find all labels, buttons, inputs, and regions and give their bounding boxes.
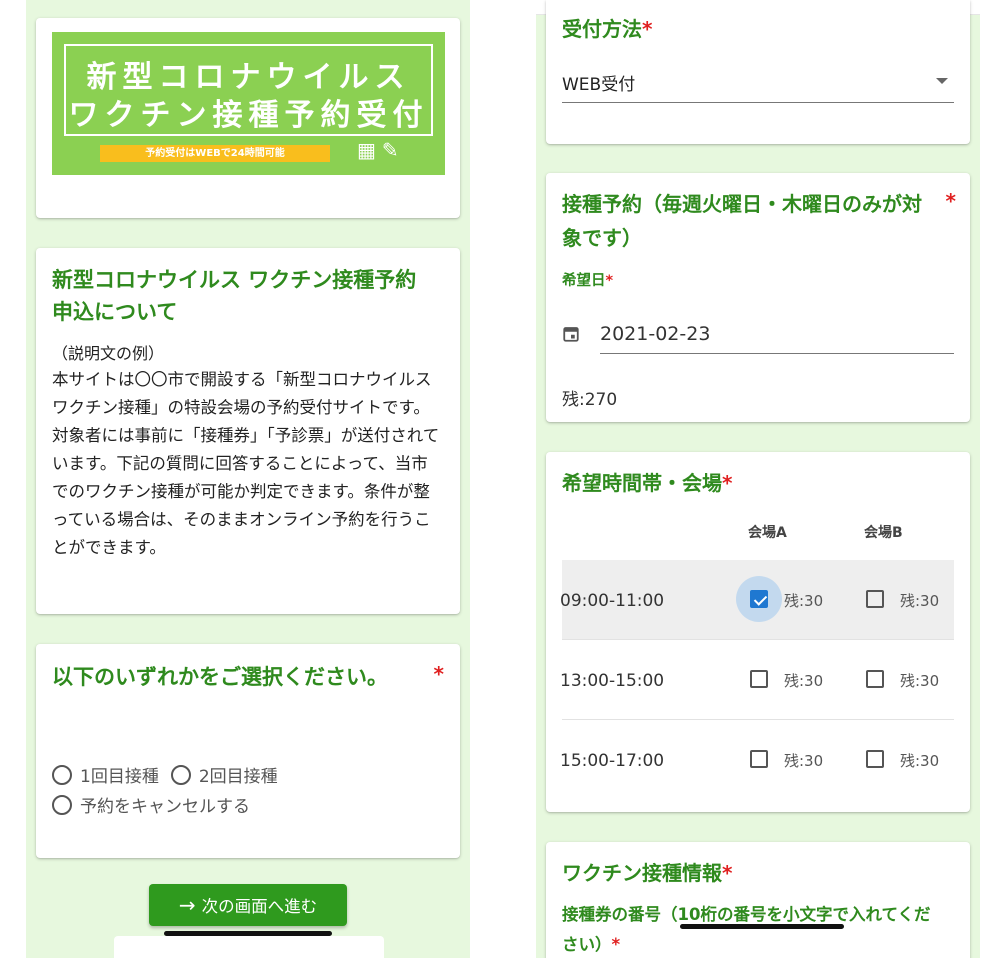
radio-label: 1回目接種 [80,767,159,787]
slot-remaining-b: 残:30 [900,752,940,770]
banner-frame: 新型コロナウイルス ワクチン接種予約受付 [64,44,433,136]
info-subtitle: （説明文の例） [52,344,165,363]
next-button[interactable]: → 次の画面へ進む [149,884,347,926]
slot-time: 13:00-15:00 [560,671,665,691]
info-title: 新型コロナウイルス ワクチン接種予約申込について [52,268,417,324]
slot-remaining-b: 残:30 [900,672,940,690]
timeslot-title-text: 希望時間帯・会場 [562,471,722,495]
date-remaining: 残:270 [562,390,618,410]
reservation-title: 接種予約（毎週火曜日・木曜日のみが対象です） [562,192,922,250]
question-card: 以下のいずれかをご選択ください。 * 1回目接種 2回目接種 予約をキャンセルす… [36,644,460,858]
venue-b-header: 会場B [864,525,903,541]
calendar-icon[interactable] [562,325,580,343]
required-mark: * [642,17,653,41]
vaccine-info-card: ワクチン接種情報* 接種券の番号（10桁の番号を小文字で入れてください）* [546,842,970,958]
slot-time: 15:00-17:00 [560,751,665,771]
required-mark: * [433,662,444,686]
required-mark: * [611,935,621,954]
slot-remaining-a: 残:30 [784,752,824,770]
reception-select[interactable]: WEB受付 [562,70,635,95]
date-label-text: 希望日 [562,273,606,289]
timeslot-title: 希望時間帯・会場* [562,466,732,500]
reception-title: 受付方法* [562,12,652,46]
venue-a-header: 会場A [748,525,787,541]
banner-card: 新型コロナウイルス ワクチン接種予約受付 予約受付はWEBで24時間可能 ▦✎ [36,18,460,218]
required-mark: * [722,471,733,495]
radio-first-dose[interactable]: 1回目接種 [52,762,159,787]
radio-circle-icon[interactable] [170,764,191,785]
select-underline [562,102,954,103]
reception-card: 受付方法* WEB受付 [546,0,970,144]
radio-circle-icon[interactable] [52,764,72,785]
arrow-right-icon: → [178,893,196,917]
date-label: 希望日* [562,269,613,290]
slot-remaining-b: 残:30 [900,592,940,610]
info-body: 本サイトは〇〇市で開設する「新型コロナウイルスワクチン接種」の特設会場の予約受付… [52,370,440,557]
slot-time: 09:00-11:00 [560,591,665,611]
timeslot-card: 希望時間帯・会場* 会場A 会場B 09:00-11:00 残:30 残:30 … [546,452,970,812]
slot-remaining-a: 残:30 [784,672,824,690]
syringe-icon: ✎ [381,138,405,162]
radio-row-2: 予約をキャンセルする [52,792,262,817]
required-mark: * [605,273,614,289]
radio-second-dose[interactable]: 2回目接種 [170,762,278,787]
timeslot-row: 13:00-15:00 残:30 残:30 [560,640,954,720]
vaccine-info-title: ワクチン接種情報* [562,856,732,890]
next-card-peek [114,936,384,958]
radio-label: 2回目接種 [198,767,278,787]
banner-line2: ワクチン接種予約受付 [68,98,429,133]
checkbox-venue-b[interactable] [866,590,884,608]
ticket-number-label: 接種券の番号（10桁の番号を小文字で入れてください）* [562,900,946,958]
date-underline [600,353,954,354]
home-indicator [680,924,844,929]
timeslot-row: 09:00-11:00 残:30 残:30 [560,560,954,640]
checkbox-venue-b[interactable] [866,750,884,768]
info-card: 新型コロナウイルス ワクチン接種予約申込について （説明文の例） 本サイトは〇〇… [36,248,460,614]
date-input[interactable]: 2021-02-23 [600,323,710,345]
home-indicator [164,931,332,936]
radio-label: 予約をキャンセルする [80,797,250,817]
vaccine-info-title-text: ワクチン接種情報 [562,861,722,885]
next-button-label: 次の画面へ進む [201,897,318,916]
calendar-grid-icon: ▦ [357,138,382,162]
slot-remaining-a: 残:30 [784,592,824,610]
banner-strip: 予約受付はWEBで24時間可能 [100,145,330,162]
timeslot-row: 15:00-17:00 残:30 残:30 [560,720,954,799]
checkbox-venue-a[interactable] [750,750,768,768]
vaccine-banner: 新型コロナウイルス ワクチン接種予約受付 予約受付はWEBで24時間可能 ▦✎ [52,32,445,175]
radio-circle-icon[interactable] [52,794,72,815]
required-mark: * [722,861,733,885]
checkbox-venue-a[interactable] [750,590,768,608]
reservation-card: 接種予約（毎週火曜日・木曜日のみが対象です） * 希望日* 2021-02-23… [546,173,970,422]
caret-down-icon[interactable] [936,78,948,84]
checkbox-venue-b[interactable] [866,670,884,688]
left-screen: 新型コロナウイルス ワクチン接種予約受付 予約受付はWEBで24時間可能 ▦✎ … [26,0,470,958]
banner-icons: ▦✎ [357,138,405,162]
required-mark: * [945,189,956,213]
reception-title-text: 受付方法 [562,17,642,41]
radio-row-1: 1回目接種 2回目接種 [52,762,290,787]
question-title: 以下のいずれかをご選択ください。 [52,665,388,689]
checkbox-venue-a[interactable] [750,670,768,688]
right-screen: 受付方法* WEB受付 接種予約（毎週火曜日・木曜日のみが対象です） * 希望日… [536,0,980,958]
radio-cancel[interactable]: 予約をキャンセルする [52,792,250,817]
